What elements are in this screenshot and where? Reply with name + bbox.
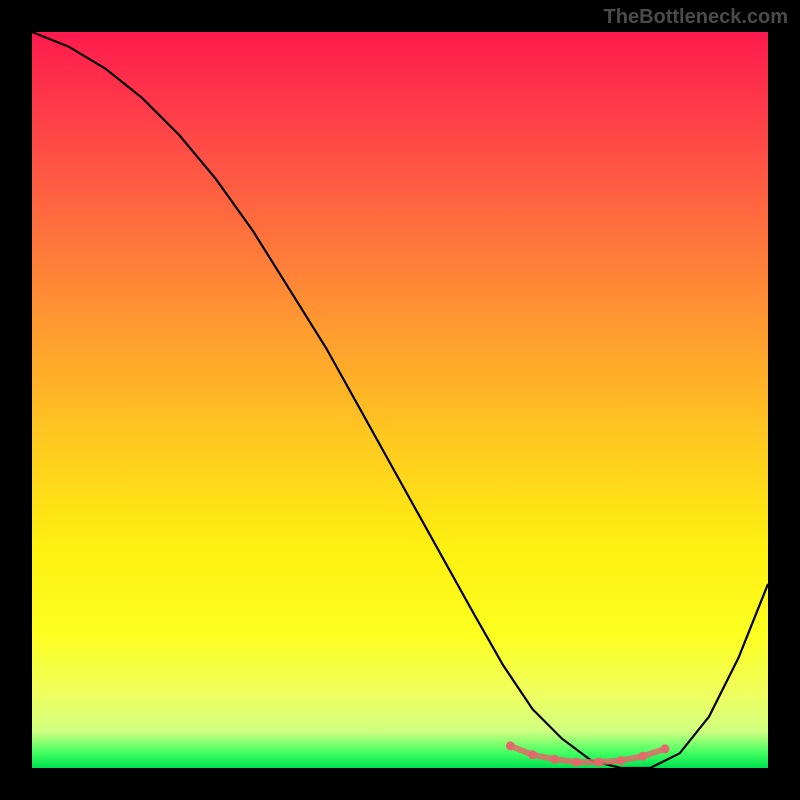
bottleneck-curve-line xyxy=(32,32,768,768)
curve-svg xyxy=(32,32,768,768)
watermark-text: TheBottleneck.com xyxy=(604,6,788,29)
chart-container: TheBottleneck.com xyxy=(0,0,800,800)
optimal-marker-dot xyxy=(661,744,670,753)
plot-area xyxy=(32,32,768,768)
optimal-range-dots xyxy=(506,741,670,766)
